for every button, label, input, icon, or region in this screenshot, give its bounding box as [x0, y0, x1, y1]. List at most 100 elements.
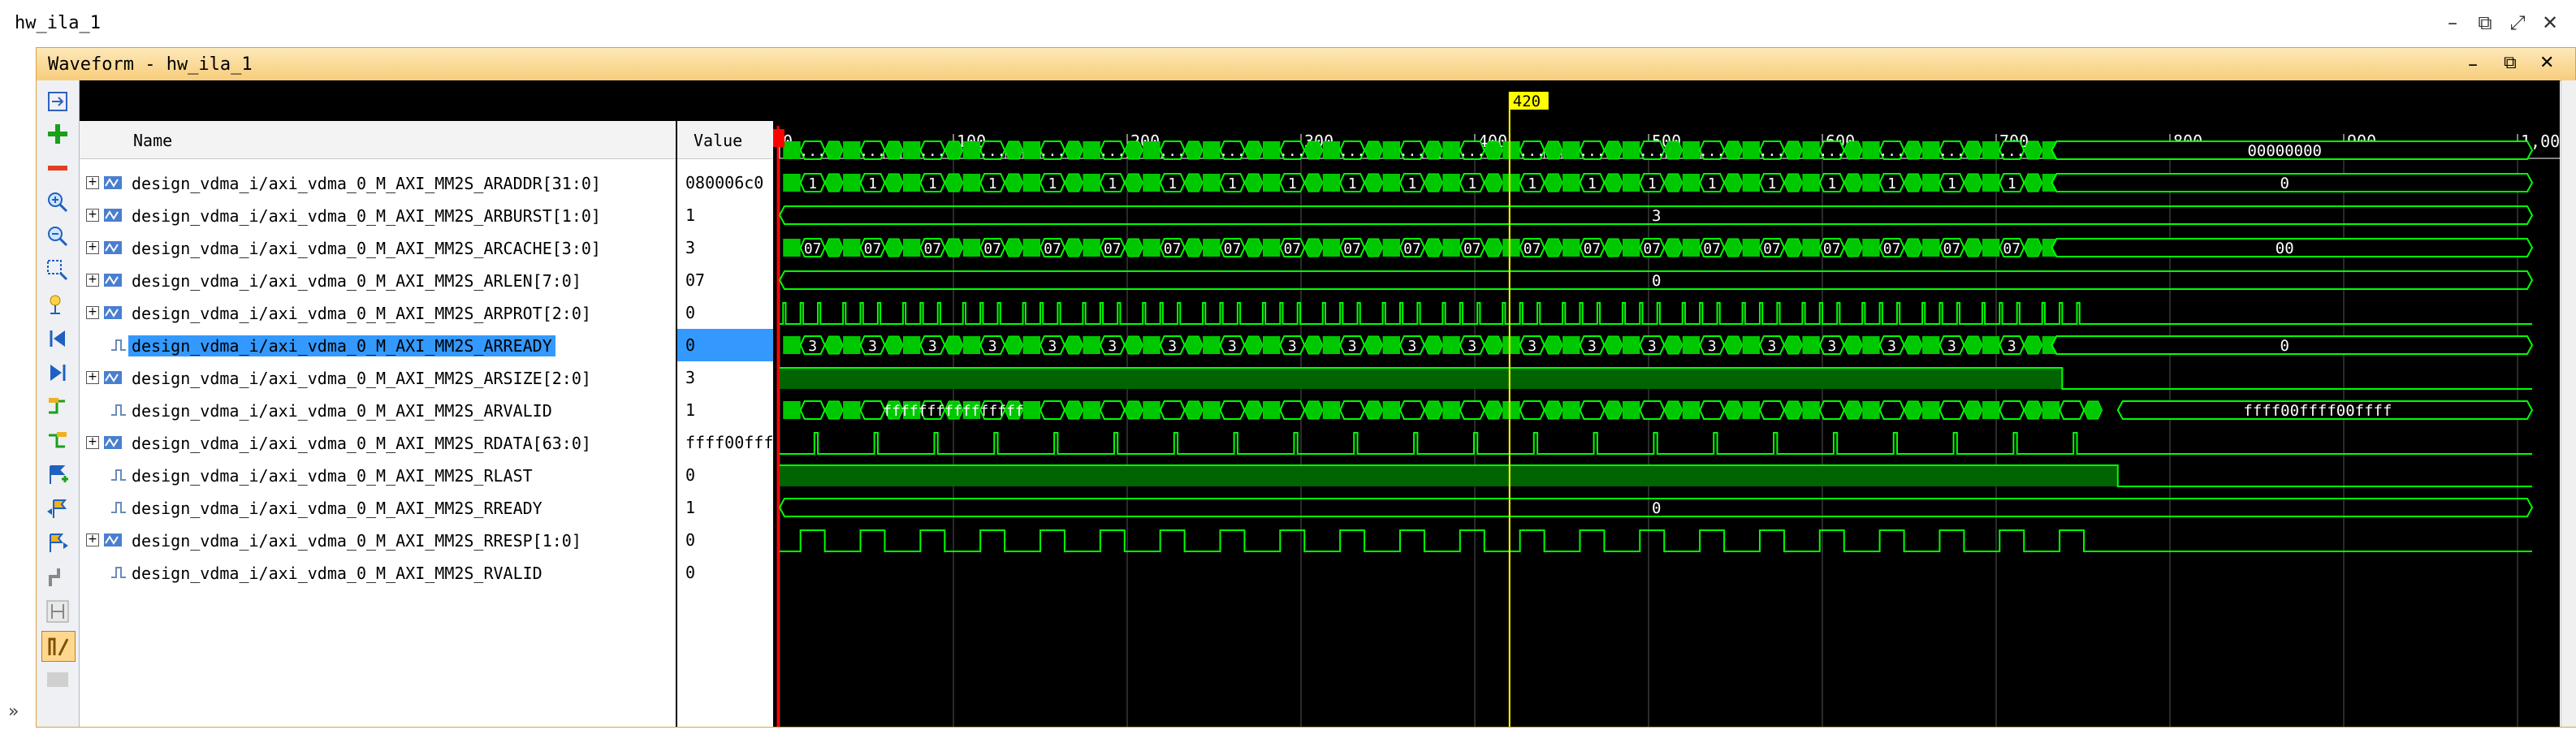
signal-value: ffff00ffff00ffff: [685, 433, 773, 452]
panel-minimize-icon[interactable]: –: [2468, 53, 2478, 76]
panel-close-icon[interactable]: ✕: [2539, 53, 2554, 73]
bus-value-label: 0: [1652, 272, 1661, 290]
bus-filled-segment: [1963, 238, 1983, 257]
expand-icon[interactable]: +: [86, 533, 99, 546]
bus-filled-segment: [1322, 336, 1341, 354]
close-icon[interactable]: ✕: [2534, 10, 2566, 36]
signal-name[interactable]: design_vdma_i/axi_vdma_0_M_AXI_MM2S_ARVA…: [128, 400, 555, 421]
bus-value-label: 3: [1467, 338, 1476, 355]
vertical-scrollbar[interactable]: [2561, 80, 2576, 727]
zoom-out-icon[interactable]: [41, 222, 74, 251]
signal-name[interactable]: design_vdma_i/axi_vdma_0_M_AXI_MM2S_ARLE…: [128, 270, 585, 292]
zoom-area-icon[interactable]: [41, 256, 74, 285]
bus-filled-segment: [1922, 401, 1940, 419]
expand-icon[interactable]: +: [86, 436, 99, 449]
bus-value-label: 3: [1168, 338, 1177, 355]
waveform-canvas[interactable]: 01002003004005006007008009001,000.......…: [772, 80, 2570, 727]
signal-name[interactable]: design_vdma_i/axi_vdma_0_M_AXI_MM2S_RVAL…: [128, 563, 546, 584]
signal-name[interactable]: design_vdma_i/axi_vdma_0_M_AXI_MM2S_ARRE…: [128, 335, 555, 356]
double-chevron-icon[interactable]: »: [8, 702, 19, 722]
bus-filled-segment: [1203, 174, 1221, 192]
signal-name[interactable]: design_vdma_i/axi_vdma_0_M_AXI_MM2S_ARBU…: [128, 205, 604, 227]
bus-segment: [1279, 400, 1306, 420]
more-icon[interactable]: [41, 665, 74, 694]
signal-row[interactable]: design_vdma_i/axi_vdma_0_M_AXI_MM2S_RREA…: [80, 491, 676, 524]
signal-row[interactable]: + design_vdma_i/axi_vdma_0_M_AXI_MM2S_RRE…: [80, 524, 676, 556]
prev-marker-icon[interactable]: [41, 495, 74, 524]
go-last-icon[interactable]: [41, 358, 74, 387]
prev-edge-icon[interactable]: [41, 392, 74, 421]
bus-segment: [1639, 400, 1666, 420]
next-marker-icon[interactable]: [41, 529, 74, 558]
expand-icon[interactable]: +: [86, 241, 99, 254]
expand-icon[interactable]: +: [86, 176, 99, 189]
bus-filled-segment: [2023, 400, 2043, 420]
signal-value: 0: [685, 530, 696, 550]
expand-icon[interactable]: +: [86, 306, 99, 319]
signal-name[interactable]: design_vdma_i/axi_vdma_0_M_AXI_MM2S_RLAS…: [128, 465, 536, 486]
bus-filled-segment: [1742, 174, 1760, 192]
bus-filled-segment: [1663, 400, 1683, 420]
bus-filled-segment: [1322, 401, 1341, 419]
signal-row[interactable]: design_vdma_i/axi_vdma_0_M_AXI_MM2S_RLAS…: [80, 459, 676, 491]
bus-value-label: 07: [1643, 240, 1661, 257]
bus-signal-icon: [104, 533, 122, 546]
bus-filled-segment: [1203, 336, 1221, 354]
expand-icon[interactable]: +: [86, 274, 99, 287]
signal-name[interactable]: design_vdma_i/axi_vdma_0_M_AXI_MM2S_ARPR…: [128, 303, 594, 324]
bus-filled-segment: [1904, 400, 1923, 420]
toggle-icon[interactable]: [41, 631, 76, 662]
add-icon[interactable]: [41, 119, 74, 149]
bus-filled-segment: [1783, 400, 1803, 420]
signal-row[interactable]: + design_vdma_i/axi_vdma_0_M_AXI_MM2S_ARP…: [80, 296, 676, 329]
signal-row[interactable]: design_vdma_i/axi_vdma_0_M_AXI_MM2S_ARVA…: [80, 394, 676, 426]
zoom-in-icon[interactable]: [41, 188, 74, 217]
expand-toggle[interactable]: »: [0, 698, 36, 728]
bus-filled-segment: [1843, 400, 1863, 420]
signal-row[interactable]: + design_vdma_i/axi_vdma_0_M_AXI_MM2S_ARS…: [80, 361, 676, 394]
next-edge-icon[interactable]: [41, 426, 74, 456]
snap-icon[interactable]: [41, 597, 74, 626]
signal-name[interactable]: design_vdma_i/axi_vdma_0_M_AXI_MM2S_RDAT…: [128, 433, 594, 454]
bus-value-label: 3: [1652, 207, 1661, 225]
minimize-icon[interactable]: –: [2436, 10, 2469, 36]
signal-name[interactable]: design_vdma_i/axi_vdma_0_M_AXI_MM2S_RREA…: [128, 498, 546, 519]
bus-filled-segment: [1922, 336, 1940, 354]
value-column-header[interactable]: Value: [677, 121, 775, 159]
go-first-icon[interactable]: [41, 324, 74, 353]
zoom-fit-icon[interactable]: [41, 87, 74, 116]
waveform-svg[interactable]: 01002003004005006007008009001,000.......…: [772, 80, 2570, 727]
bus-value-label: 1: [1467, 175, 1476, 192]
add-marker-icon[interactable]: [41, 460, 74, 490]
signal-name[interactable]: design_vdma_i/axi_vdma_0_M_AXI_MM2S_RRES…: [128, 530, 585, 551]
expand-icon[interactable]: +: [86, 371, 99, 384]
signal-row[interactable]: + design_vdma_i/axi_vdma_0_M_AXI_MM2S_ARB…: [80, 199, 676, 231]
signal-row[interactable]: + design_vdma_i/axi_vdma_0_M_AXI_MM2S_RDA…: [80, 426, 676, 459]
restore-icon[interactable]: ⧉: [2469, 10, 2501, 36]
bus-filled-segment: [1982, 336, 2000, 354]
bus-filled-segment: [1502, 239, 1520, 257]
bus-value-label: 3: [808, 338, 817, 355]
panel-restore-icon[interactable]: ⧉: [2504, 53, 2517, 73]
bit-signal-icon: [111, 469, 126, 481]
signal-row[interactable]: + design_vdma_i/axi_vdma_0_M_AXI_MM2S_ARC…: [80, 231, 676, 264]
bus-filled-segment: [1243, 140, 1264, 160]
float-icon[interactable]: ⤢: [2501, 10, 2534, 36]
bus-filled-segment: [1783, 173, 1803, 192]
cursor-icon[interactable]: [41, 290, 74, 319]
signal-name[interactable]: design_vdma_i/axi_vdma_0_M_AXI_MM2S_ARSI…: [128, 368, 594, 389]
signal-name[interactable]: design_vdma_i/axi_vdma_0_M_AXI_MM2S_ARCA…: [128, 238, 604, 259]
expand-icon[interactable]: +: [86, 209, 99, 222]
signal-row[interactable]: design_vdma_i/axi_vdma_0_M_AXI_MM2S_ARRE…: [80, 329, 676, 361]
swap-icon[interactable]: [41, 563, 74, 592]
remove-icon[interactable]: [41, 153, 74, 183]
signal-row[interactable]: + design_vdma_i/axi_vdma_0_M_AXI_MM2S_ARA…: [80, 166, 676, 199]
signal-row[interactable]: design_vdma_i/axi_vdma_0_M_AXI_MM2S_RVAL…: [80, 556, 676, 589]
signal-name[interactable]: design_vdma_i/axi_vdma_0_M_AXI_MM2S_ARAD…: [128, 173, 604, 194]
signal-row[interactable]: + design_vdma_i/axi_vdma_0_M_AXI_MM2S_ARL…: [80, 264, 676, 296]
bus-value-label: 07: [804, 240, 822, 257]
name-column-header[interactable]: Name: [80, 121, 676, 159]
panel-title-bar: Waveform - hw_ila_1 – ⧉ ✕: [37, 48, 2575, 81]
panel-title: Waveform - hw_ila_1: [48, 54, 253, 75]
bus-filled-segment: [1843, 335, 1863, 355]
